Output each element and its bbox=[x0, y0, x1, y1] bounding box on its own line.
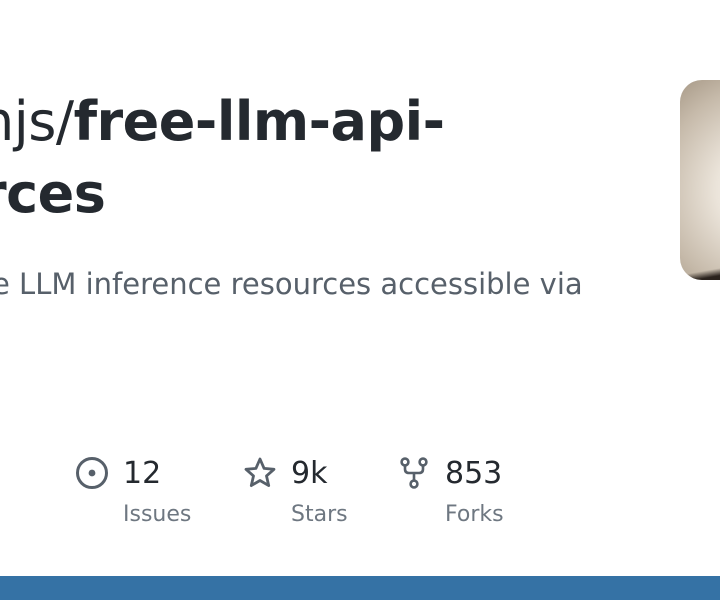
issue-open-icon bbox=[76, 457, 108, 489]
repo-stats: rs 12 Issues 9k Stars 853 bbox=[0, 452, 720, 542]
repo-name-part-2: rces bbox=[0, 162, 106, 225]
repo-title-line-1: njs/free-llm-api- bbox=[0, 86, 660, 158]
forks-count: 853 bbox=[445, 456, 503, 491]
repo-owner: njs/ bbox=[0, 90, 74, 153]
issues-count: 12 bbox=[123, 456, 162, 491]
repo-title[interactable]: njs/free-llm-api- rces bbox=[0, 86, 660, 230]
repo-forked-icon bbox=[400, 457, 428, 489]
repo-social-card: njs/free-llm-api- rces e LLM inference r… bbox=[0, 0, 720, 600]
repo-description: e LLM inference resources accessible via bbox=[0, 267, 583, 301]
avatar-shadow bbox=[680, 260, 720, 280]
stars-count: 9k bbox=[291, 456, 328, 491]
star-icon bbox=[244, 457, 276, 487]
owner-avatar[interactable] bbox=[680, 80, 720, 280]
repo-name-part-1: free-llm-api- bbox=[73, 90, 446, 153]
language-color-bar bbox=[0, 576, 720, 600]
forks-label: Forks bbox=[445, 502, 504, 527]
stars-label: Stars bbox=[291, 502, 348, 527]
issues-label: Issues bbox=[123, 502, 192, 527]
